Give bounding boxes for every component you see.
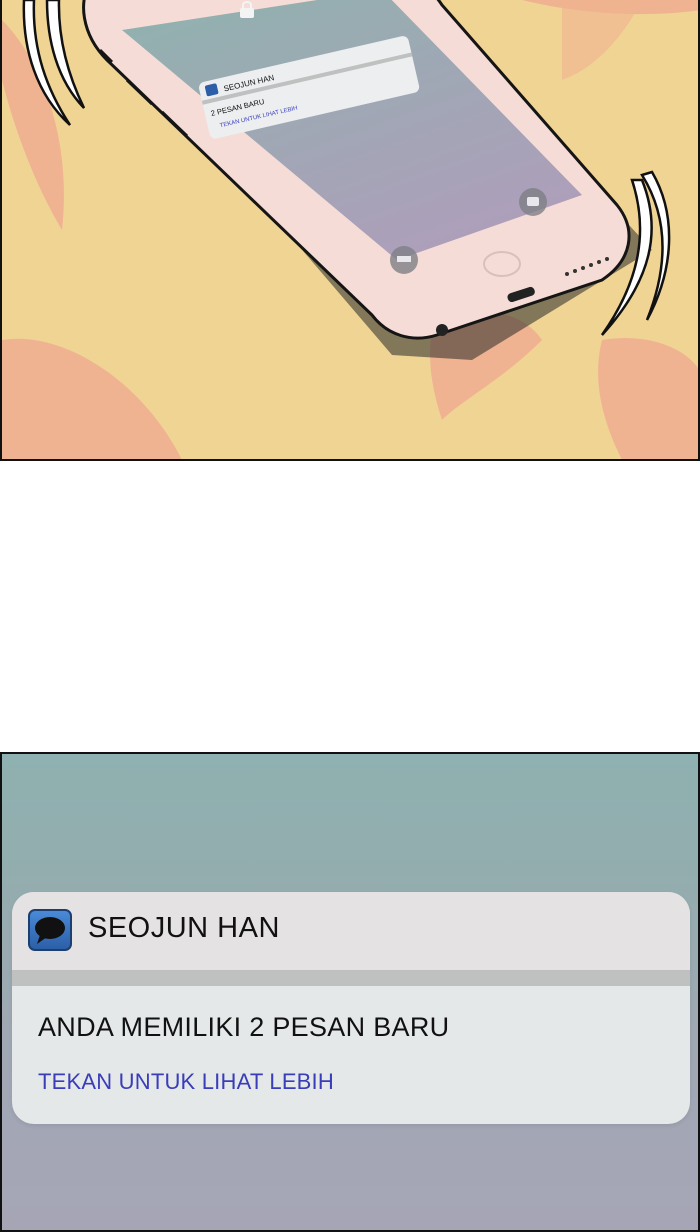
chat-bubble-icon xyxy=(35,917,65,944)
phone-scene: SEOJUN HAN 2 PESAN BARU TEKAN UNTUK LIHA… xyxy=(2,0,698,459)
phone: SEOJUN HAN 2 PESAN BARU TEKAN UNTUK LIHA… xyxy=(82,0,631,340)
message-app-icon xyxy=(28,909,72,951)
headphone-jack xyxy=(436,324,448,336)
notification-message: ANDA MEMILIKI 2 PESAN BARU xyxy=(38,1012,450,1042)
notification-sender: SEOJUN HAN xyxy=(88,912,280,944)
bottom-panel: SEOJUN HAN ANDA MEMILIKI 2 PESAN BARU TE… xyxy=(0,752,700,1232)
notification-divider xyxy=(12,970,690,986)
notification-action-link[interactable]: TEKAN UNTUK LIHAT LEBIH xyxy=(38,1069,334,1095)
notification-header: SEOJUN HAN xyxy=(12,892,690,970)
top-panel: SEOJUN HAN 2 PESAN BARU TEKAN UNTUK LIHA… xyxy=(0,0,700,461)
notification-card[interactable]: SEOJUN HAN ANDA MEMILIKI 2 PESAN BARU TE… xyxy=(12,892,690,1124)
